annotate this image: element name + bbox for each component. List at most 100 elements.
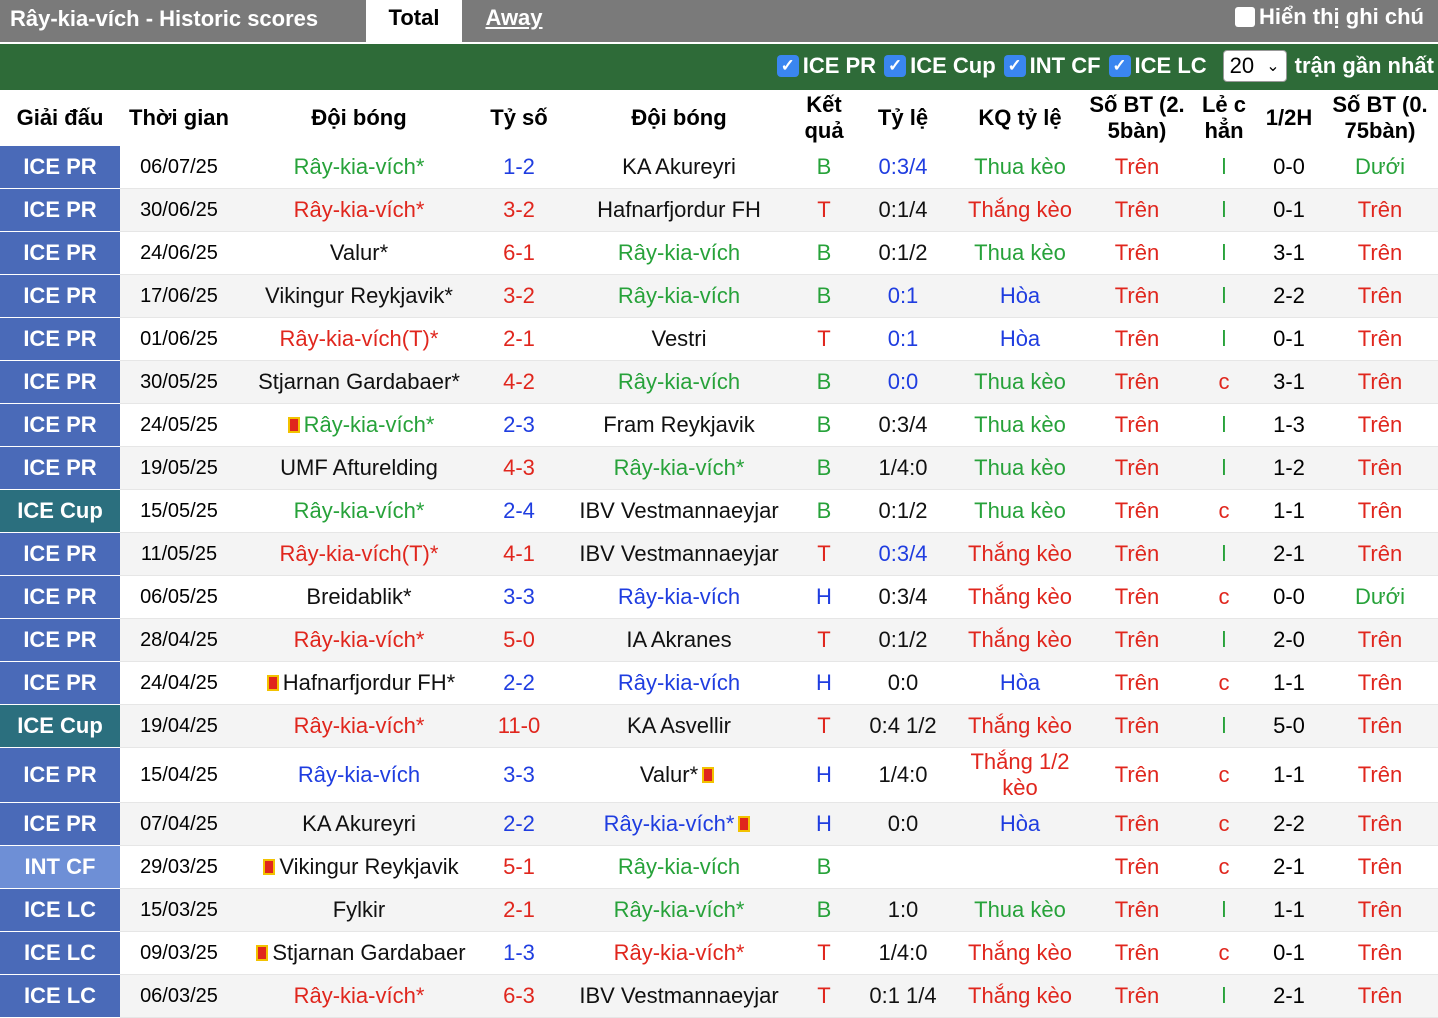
- odds-cell-text: 0:1: [887, 283, 919, 308]
- filter-ice-cup[interactable]: ICE Cup: [910, 53, 996, 79]
- goals-075-cell: Trên: [1322, 974, 1438, 1018]
- goals-25-cell: Trên: [1082, 575, 1192, 619]
- notes-label: Hiển thị ghi chú: [1259, 4, 1424, 29]
- away-team-cell: Valur*: [558, 747, 800, 803]
- odd-even-cell: c: [1192, 931, 1256, 975]
- odds-cell: 0:1: [848, 317, 958, 361]
- odds-cell: 1/4:0: [848, 747, 958, 803]
- half-time-cell: 0-0: [1256, 575, 1322, 619]
- odd-even-cell: l: [1192, 618, 1256, 662]
- goals-075-cell-text: Trên: [1357, 811, 1403, 836]
- home-team-cell: Rây-kia-vích*: [238, 704, 480, 748]
- goals-075-cell-text: Trên: [1357, 983, 1403, 1008]
- odd-even-cell-text: l: [1221, 412, 1227, 437]
- table-row[interactable]: ICE Cup 15/05/25 Rây-kia-vích* 2-4 IBV Vestm…: [0, 489, 1438, 533]
- league-cell: ICE PR: [0, 231, 120, 275]
- table-row[interactable]: ICE PR 24/06/25 Valur* 6-1 Rây-kia-vích B 0:1/…: [0, 231, 1438, 275]
- table-row[interactable]: ICE PR 06/05/25 Breidablik* 3-3 Rây-kia-vích…: [0, 575, 1438, 619]
- table-row[interactable]: ICE Cup 19/04/25 Rây-kia-vích* 11-0 KA Asvel…: [0, 704, 1438, 748]
- away-team-cell-text: KA Akureyri: [622, 154, 736, 179]
- match-count-suffix: trận gần nhất: [1294, 53, 1434, 78]
- result-cell: H: [800, 575, 848, 619]
- goals-075-cell-text: Trên: [1357, 498, 1403, 523]
- table-row[interactable]: ICE LC 06/03/25 Rây-kia-vích* 6-3 IBV Vestma…: [0, 974, 1438, 1018]
- table-row[interactable]: ICE PR 24/04/25 Hafnarfjordur FH* 2-2 Rây-ki…: [0, 661, 1438, 705]
- odd-even-cell: l: [1192, 532, 1256, 576]
- odd-even-cell: c: [1192, 489, 1256, 533]
- odds-result-cell: Thua kèo: [958, 231, 1082, 275]
- match-count-select[interactable]: 20 ⌄: [1222, 50, 1287, 82]
- date-cell: 17/06/25: [120, 274, 238, 318]
- score-cell: 4-2: [480, 360, 558, 404]
- red-card-icon: [263, 859, 276, 875]
- goals-25-cell: Trên: [1082, 231, 1192, 275]
- date-cell: 30/05/25: [120, 360, 238, 404]
- result-cell: T: [800, 704, 848, 748]
- away-team-cell-text: Rây-kia-vích: [617, 670, 741, 695]
- notes-checkbox[interactable]: [1235, 7, 1255, 27]
- league-cell: ICE PR: [0, 747, 120, 803]
- table-row[interactable]: ICE PR 19/05/25 UMF Afturelding 4-3 Rây-kia-…: [0, 446, 1438, 490]
- table-row[interactable]: ICE PR 28/04/25 Rây-kia-vích* 5-0 IA Akranes…: [0, 618, 1438, 662]
- half-time-cell-text: 3-1: [1273, 369, 1305, 394]
- table-row[interactable]: ICE PR 24/05/25 Rây-kia-vích* 2-3 Fram Reykj…: [0, 403, 1438, 447]
- date-cell-text: 30/06/25: [140, 198, 218, 221]
- odds-cell: 0:0: [848, 661, 958, 705]
- show-notes-toggle[interactable]: Hiển thị ghi chú: [1235, 4, 1424, 30]
- score-cell: 2-3: [480, 403, 558, 447]
- tab-away[interactable]: Away: [466, 0, 562, 42]
- result-cell: T: [800, 188, 848, 232]
- score-cell: 1-2: [480, 146, 558, 189]
- table-row[interactable]: ICE PR 30/06/25 Rây-kia-vích* 3-2 Hafnarfjor…: [0, 188, 1438, 232]
- away-team-cell-text: Rây-kia-vích: [617, 369, 741, 394]
- odd-even-cell-text: l: [1221, 897, 1227, 922]
- odd-even-cell-text: l: [1221, 983, 1227, 1008]
- goals-25-cell-text: Trên: [1114, 670, 1160, 695]
- filter-int-cf[interactable]: INT CF: [1030, 53, 1101, 79]
- date-cell: 11/05/25: [120, 532, 238, 576]
- goals-25-cell: Trên: [1082, 274, 1192, 318]
- result-cell: B: [800, 845, 848, 889]
- table-row[interactable]: ICE LC 09/03/25 Stjarnan Gardabaer 1-3 Rây-k…: [0, 931, 1438, 975]
- checkmark-icon[interactable]: ✓: [776, 55, 799, 77]
- table-row[interactable]: ICE PR 17/06/25 Vikingur Reykjavik* 3-2 Rây-…: [0, 274, 1438, 318]
- table-row[interactable]: ICE PR 07/04/25 KA Akureyri 2-2 Rây-kia-vích…: [0, 802, 1438, 846]
- checkmark-icon[interactable]: ✓: [1108, 55, 1131, 77]
- date-cell: 30/06/25: [120, 188, 238, 232]
- odds-cell: 0:0: [848, 360, 958, 404]
- result-cell-text: B: [816, 369, 832, 394]
- score-cell: 2-1: [480, 317, 558, 361]
- half-time-cell: 1-1: [1256, 661, 1322, 705]
- table-row[interactable]: ICE PR 11/05/25 Rây-kia-vích(T)* 4-1 IBV Ves…: [0, 532, 1438, 576]
- red-card-icon: [256, 945, 269, 961]
- table-row[interactable]: ICE PR 15/04/25 Rây-kia-vích 3-3 Valur* H 1/4:…: [0, 747, 1438, 803]
- half-time-cell-text: 1-2: [1273, 455, 1305, 480]
- table-row[interactable]: ICE PR 01/06/25 Rây-kia-vích(T)* 2-1 Vestri T…: [0, 317, 1438, 361]
- table-row[interactable]: ICE LC 15/03/25 Fylkir 2-1 Rây-kia-vích* B 1:0…: [0, 888, 1438, 932]
- half-time-cell-text: 1-1: [1273, 762, 1305, 787]
- checkmark-icon[interactable]: ✓: [884, 55, 907, 77]
- table-row[interactable]: ICE PR 06/07/25 Rây-kia-vích* 1-2 KA Akureyr…: [0, 146, 1438, 189]
- away-team-cell: IBV Vestmannaeyjar: [558, 974, 800, 1018]
- half-time-cell: 3-1: [1256, 360, 1322, 404]
- table-row[interactable]: INT CF 29/03/25 Vikingur Reykjavik 5-1 Rây-k…: [0, 845, 1438, 889]
- away-team-cell-text: Rây-kia-vích*: [613, 940, 745, 965]
- tab-total[interactable]: Total: [366, 0, 462, 42]
- checkmark-icon[interactable]: ✓: [1003, 55, 1026, 77]
- home-team-cell-text: Stjarnan Gardabaer*: [258, 369, 460, 394]
- league-cell-text: INT CF: [24, 854, 96, 879]
- goals-075-cell: Trên: [1322, 231, 1438, 275]
- date-cell: 15/05/25: [120, 489, 238, 533]
- date-cell: 07/04/25: [120, 802, 238, 846]
- filter-ice-pr[interactable]: ICE PR: [803, 53, 876, 79]
- odds-cell-text: 0:3/4: [878, 584, 928, 609]
- away-team-cell: Fram Reykjavik: [558, 403, 800, 447]
- table-row[interactable]: ICE PR 30/05/25 Stjarnan Gardabaer* 4-2 Rây-…: [0, 360, 1438, 404]
- half-time-cell: 2-0: [1256, 618, 1322, 662]
- goals-25-cell: Trên: [1082, 618, 1192, 662]
- league-cell-text: ICE PR: [23, 240, 97, 265]
- filter-ice-lc[interactable]: ICE LC: [1135, 53, 1207, 79]
- away-team-cell: Rây-kia-vích: [558, 231, 800, 275]
- result-cell-text: B: [816, 498, 832, 523]
- home-team-cell: Rây-kia-vích*: [238, 188, 480, 232]
